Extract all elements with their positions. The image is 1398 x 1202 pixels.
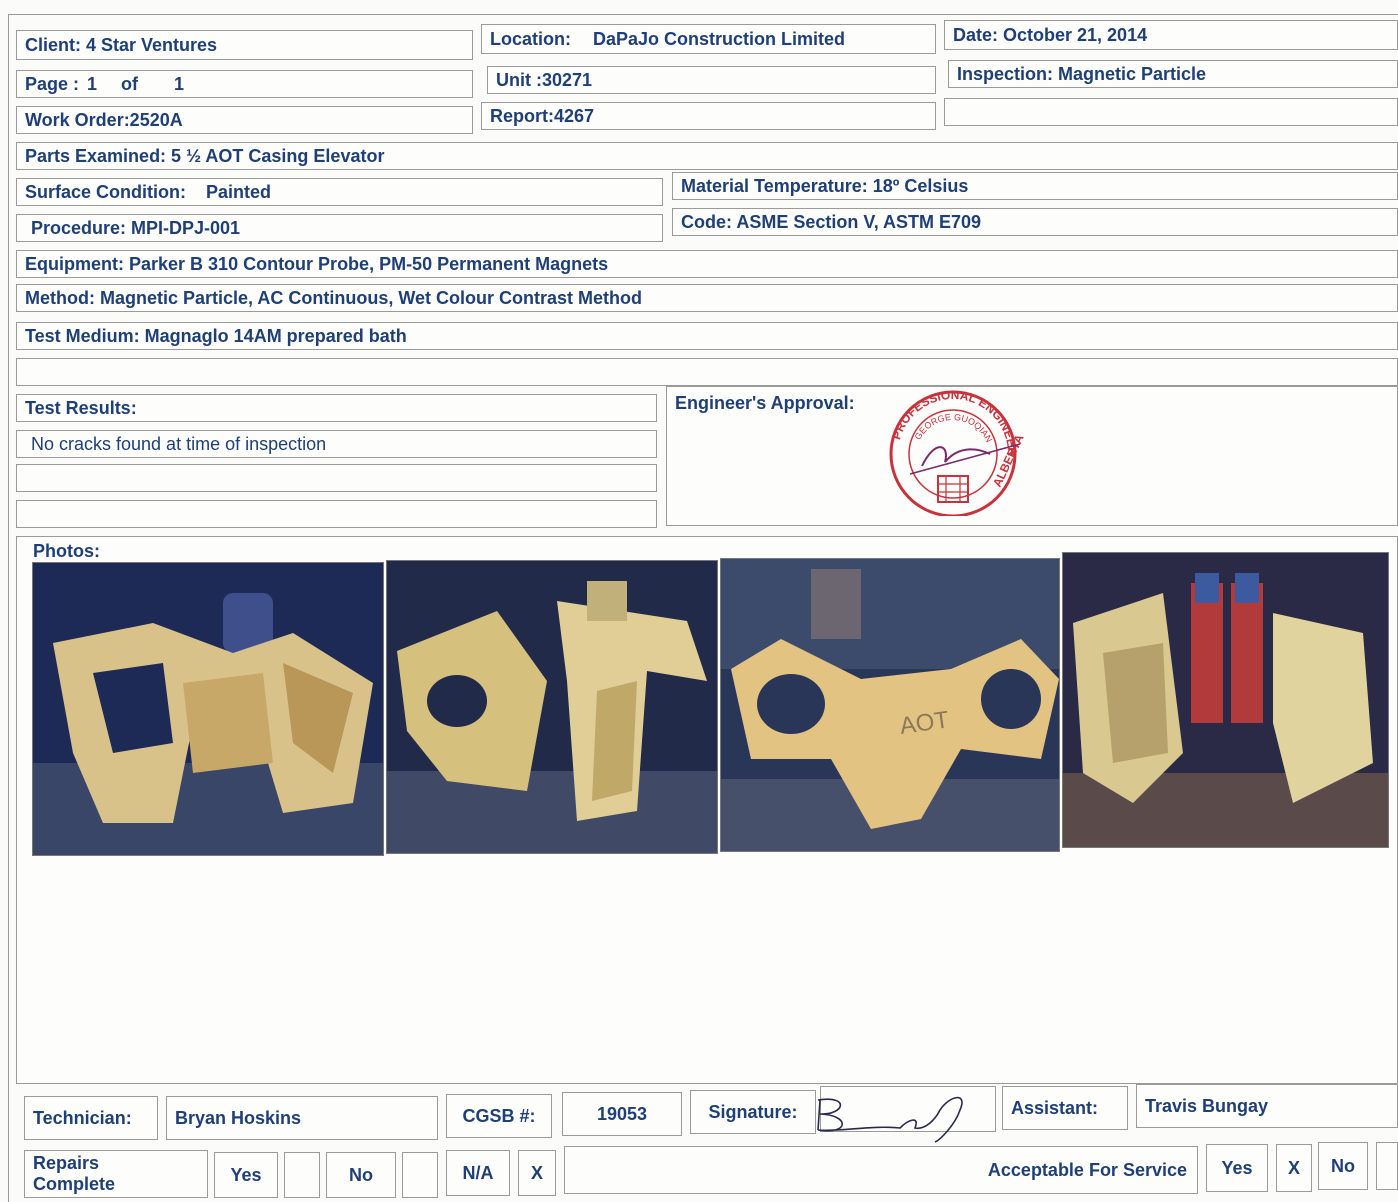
repairs-no-checkbox[interactable] [402,1152,438,1198]
location-label: Location: [490,28,571,49]
report-field: Report:4267 [481,102,936,130]
unit-text: Unit :30271 [496,69,593,90]
report-text: Report:4267 [490,105,595,126]
method-field: Method: Magnetic Particle, AC Continuous… [16,284,1398,312]
test-medium-field: Test Medium: Magnaglo 14AM prepared bath [16,322,1398,350]
repairs-yes-checkbox[interactable] [284,1152,320,1198]
test-results-text: No cracks found at time of inspection [31,433,327,454]
equipment-field: Equipment: Parker B 310 Contour Probe, P… [16,250,1398,278]
test-results-line-2 [16,464,657,492]
page-number: 1 [87,73,98,94]
acceptable-label-field: Acceptable For Service [564,1146,1198,1194]
parts-examined-text: Parts Examined: 5 ½ AOT Casing Elevator [25,145,385,166]
acceptable-yes-mark: X [1287,1157,1300,1178]
page-label: Page : [25,73,80,94]
code-field: Code: ASME Section V, ASTM E709 [672,208,1398,236]
material-temperature-text: Material Temperature: 18º Celsius [681,175,969,196]
blank-header-field [944,98,1398,126]
location-field: Location: DaPaJo Construction Limited [481,24,936,54]
test-results-line-3 [16,500,657,528]
location-value: DaPaJo Construction Limited [593,28,846,49]
repairs-no-text: No [349,1164,373,1185]
client-text: Client: 4 Star Ventures [25,34,218,55]
inspection-field: Inspection: Magnetic Particle [948,60,1398,88]
surface-condition-label: Surface Condition: [25,181,186,202]
repairs-complete-label-field: Repairs Complete [24,1150,208,1198]
assistant-name-field: Travis Bungay [1136,1084,1398,1128]
repairs-na-checkbox[interactable]: X [518,1150,556,1196]
client-field: Client: 4 Star Ventures [16,30,473,60]
engineer-approval-field: Engineer's Approval: [666,386,1398,526]
date-text: Date: October 21, 2014 [953,24,1148,45]
repairs-na-label: N/A [446,1150,510,1196]
inspection-text: Inspection: Magnetic Particle [957,63,1207,84]
acceptable-no-label: No [1318,1142,1368,1190]
repairs-yes-text: Yes [230,1164,262,1185]
material-temperature-field: Material Temperature: 18º Celsius [672,172,1398,200]
assistant-name: Travis Bungay [1145,1095,1269,1116]
repairs-yes-label: Yes [214,1152,278,1198]
photo-elevator-front [32,562,384,856]
technician-label: Technician: [33,1107,132,1128]
cgsb-label: CGSB #: [462,1105,536,1126]
engineer-stamp-icon: PROFESSIONAL ENGINEER GEORGE GUOQIANG HE… [880,384,1025,516]
test-medium-text: Test Medium: Magnaglo 14AM prepared bath [25,325,407,346]
blank-detail-field [16,358,1398,386]
repairs-no-label: No [326,1152,396,1198]
repairs-na-mark: X [530,1162,543,1183]
photo-elevator-side [386,560,718,854]
repairs-label-1: Repairs [33,1153,100,1173]
equipment-text: Equipment: Parker B 310 Contour Probe, P… [25,253,609,274]
cgsb-label-field: CGSB #: [446,1094,552,1138]
engineer-approval-label: Engineer's Approval: [675,393,855,413]
page-of: of [121,73,139,94]
photo-elevator-top-aot: AOT [720,558,1060,852]
parts-examined-field: Parts Examined: 5 ½ AOT Casing Elevator [16,142,1398,170]
surface-condition-field: Surface Condition: Painted [16,178,663,206]
technician-name-field: Bryan Hoskins [166,1096,438,1140]
test-results-label: Test Results: [25,397,137,418]
stamp-top-text: PROFESSIONAL ENGINEER [889,388,1019,457]
page-total: 1 [174,73,185,94]
signature-label: Signature: [708,1101,798,1122]
svg-text:PROFESSIONAL ENGINEER: PROFESSIONAL ENGINEER [889,388,1019,457]
work-order-text: Work Order:2520A [25,109,183,130]
test-results-label-field: Test Results: [16,394,657,422]
technician-name: Bryan Hoskins [175,1107,302,1128]
acceptable-yes-checkbox[interactable]: X [1276,1144,1312,1192]
surface-condition-value: Painted [206,181,272,202]
technician-label-field: Technician: [24,1096,158,1140]
procedure-text: Procedure: MPI-DPJ-001 [31,217,241,238]
procedure-field: Procedure: MPI-DPJ-001 [16,214,663,242]
acceptable-no-checkbox[interactable] [1376,1142,1398,1190]
acceptable-yes-label: Yes [1206,1144,1268,1192]
unit-field: Unit :30271 [487,66,936,94]
page-field: Page : 1 of 1 [16,70,473,98]
assistant-label-field: Assistant: [1002,1086,1128,1130]
repairs-na-text: N/A [462,1162,494,1183]
photos-label: Photos: [33,541,100,561]
cgsb-value: 19053 [596,1103,648,1124]
code-text: Code: ASME Section V, ASTM E709 [681,211,982,232]
acceptable-yes-text: Yes [1221,1157,1253,1178]
acceptable-no-text: No [1331,1155,1355,1176]
photo-elevator-rear [1062,552,1389,848]
method-text: Method: Magnetic Particle, AC Continuous… [25,287,642,308]
work-order-field: Work Order:2520A [16,106,473,134]
acceptable-label: Acceptable For Service [987,1159,1187,1180]
test-results-line-1: No cracks found at time of inspection [16,430,657,458]
assistant-label: Assistant: [1011,1097,1099,1118]
repairs-label-2: Complete [33,1174,116,1194]
cgsb-value-field: 19053 [562,1092,682,1136]
date-field: Date: October 21, 2014 [944,20,1398,50]
